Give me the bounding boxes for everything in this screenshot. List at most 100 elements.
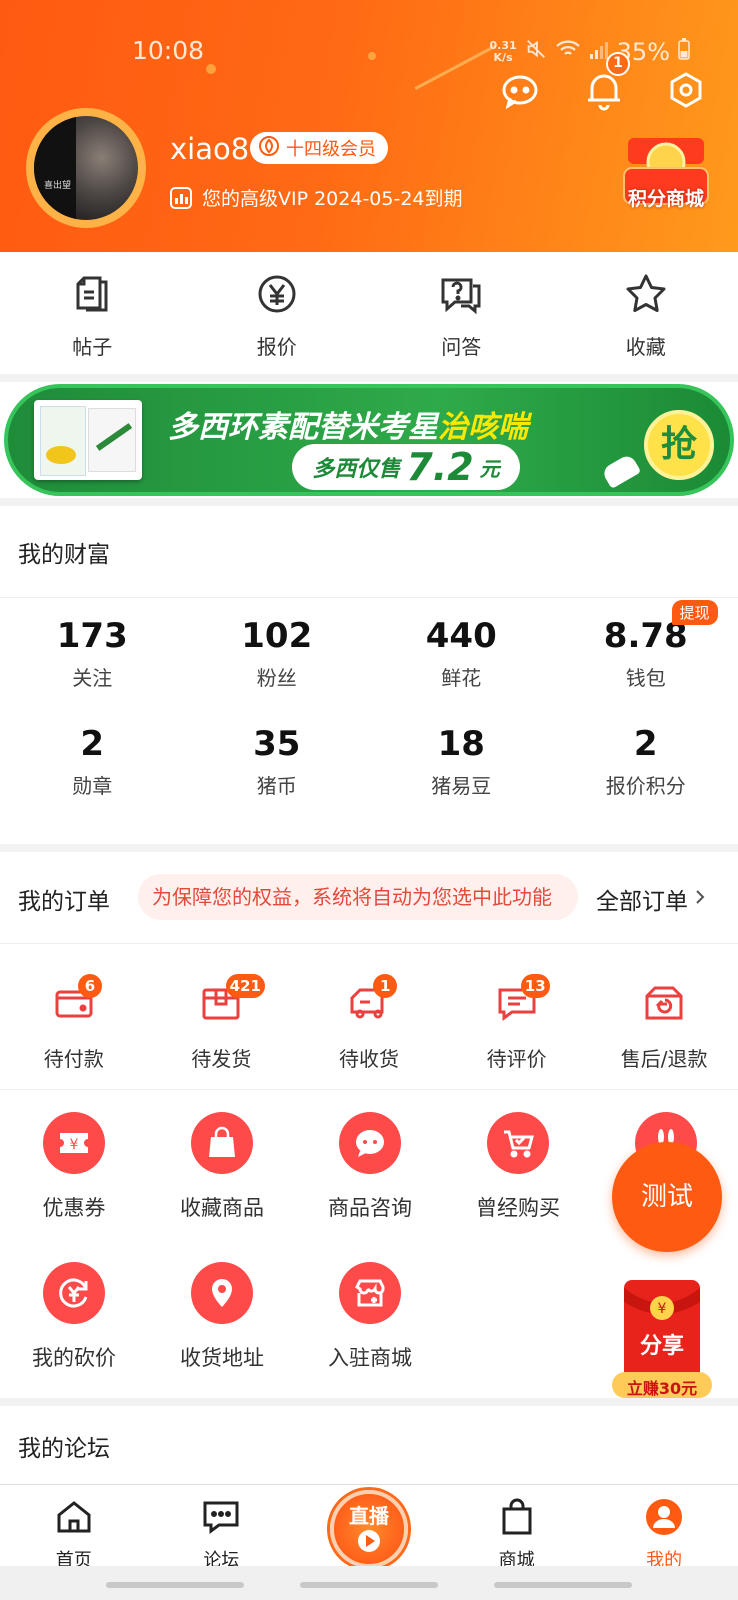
quick-link-label: 报价 bbox=[256, 335, 297, 359]
test-floating-button[interactable]: 测试 bbox=[612, 1142, 722, 1252]
svg-text:¥: ¥ bbox=[658, 1301, 667, 1317]
system-nav-bar bbox=[0, 1566, 738, 1600]
wealth-quote-points[interactable]: 2 报价积分 bbox=[554, 722, 738, 830]
quick-link-favorites[interactable]: 收藏 bbox=[554, 252, 738, 374]
wealth-flowers[interactable]: 440 鲜花 bbox=[369, 614, 554, 722]
wealth-panel: 173 关注 102 粉丝 440 鲜花 提现 8.78 钱包 2 勋章 35 猪币 18 猪… bbox=[0, 598, 738, 844]
order-count-badge: 13 bbox=[520, 974, 550, 998]
chat-icon bbox=[339, 1112, 401, 1174]
notification-badge: 1 bbox=[606, 52, 630, 76]
order-pending-receipt[interactable]: 1 待收货 bbox=[295, 944, 443, 1089]
wifi-icon bbox=[555, 38, 581, 66]
order-count-badge: 6 bbox=[78, 974, 102, 998]
question-icon bbox=[439, 272, 483, 321]
banner-price: 7.2 bbox=[406, 445, 474, 489]
wealth-pig-coins[interactable]: 35 猪币 bbox=[185, 722, 370, 830]
promo-banner[interactable]: 多西环素配替米考星治咳喘 多西仅售 7.2 元 抢 bbox=[0, 382, 738, 498]
star-icon bbox=[624, 272, 668, 321]
order-pending-review[interactable]: 13 待评价 bbox=[443, 944, 591, 1089]
vip-info[interactable]: 您的高级VIP 2024-05-24到期 bbox=[170, 184, 463, 211]
earn-label: 立赚30元 bbox=[626, 1379, 698, 1398]
order-pending-payment[interactable]: 6 待付款 bbox=[0, 944, 148, 1089]
tab-forum[interactable]: 论坛 bbox=[148, 1485, 296, 1571]
live-label: 直播 bbox=[349, 1504, 389, 1528]
share-red-packet[interactable]: ¥ 分享 立赚30元 bbox=[612, 1278, 712, 1402]
customer-service-icon[interactable] bbox=[498, 68, 542, 112]
order-count-badge: 421 bbox=[225, 974, 265, 998]
location-icon bbox=[191, 1262, 253, 1324]
all-orders-link[interactable]: 全部订单 bbox=[596, 882, 706, 916]
points-mall-button[interactable]: 积分商城 bbox=[610, 128, 722, 216]
service-shipping-address[interactable]: 收货地址 bbox=[148, 1262, 296, 1416]
store-icon bbox=[339, 1262, 401, 1324]
orders-title: 我的订单 bbox=[18, 889, 110, 915]
quick-link-qa[interactable]: 问答 bbox=[369, 252, 554, 374]
wealth-wallet[interactable]: 提现 8.78 钱包 bbox=[554, 600, 738, 722]
wealth-medals[interactable]: 2 勋章 bbox=[0, 722, 185, 830]
banner-price-pill: 多西仅售 7.2 元 bbox=[292, 444, 520, 490]
order-status-row: 6 待付款 421 待发货 1 待收货 13 待评价 售后/退款 bbox=[0, 944, 738, 1090]
quick-link-quotes[interactable]: 报价 bbox=[185, 252, 370, 374]
service-join-mall[interactable]: 入驻商城 bbox=[296, 1262, 444, 1416]
tab-mall[interactable]: 商城 bbox=[443, 1485, 591, 1571]
withdraw-badge[interactable]: 提现 bbox=[671, 600, 718, 625]
grab-button[interactable]: 抢 bbox=[644, 410, 714, 480]
service-coupons[interactable]: ¥ 优惠券 bbox=[0, 1112, 148, 1262]
quick-link-label: 问答 bbox=[441, 335, 482, 359]
settings-icon[interactable] bbox=[664, 68, 708, 112]
forum-icon bbox=[201, 1497, 241, 1542]
product-package-image bbox=[34, 400, 142, 480]
status-time: 10:08 bbox=[132, 36, 205, 65]
service-purchase-history[interactable]: 曾经购买 bbox=[444, 1112, 592, 1262]
orders-notice-marquee: 为保障您的权益，系统将自动为您选中此功能 bbox=[138, 874, 578, 920]
avatar[interactable]: 喜出望 bbox=[26, 108, 146, 228]
order-count-badge: 1 bbox=[373, 974, 398, 998]
tab-mine[interactable]: 我的 bbox=[590, 1485, 738, 1571]
battery-icon bbox=[678, 38, 690, 66]
hand-pointer-icon bbox=[600, 452, 642, 490]
tab-home[interactable]: 首页 bbox=[0, 1485, 148, 1571]
yen-icon bbox=[255, 272, 299, 321]
vip-chart-icon bbox=[170, 186, 192, 209]
order-after-sales[interactable]: 售后/退款 bbox=[590, 944, 738, 1089]
profile-header: 10:08 0.31 K/s 35% 1 喜出望 xiao8 十四级会员 您的高… bbox=[0, 0, 738, 252]
shopping-bag-icon bbox=[497, 1497, 537, 1542]
cart-icon bbox=[487, 1112, 549, 1174]
forum-header: 我的论坛 bbox=[0, 1406, 738, 1486]
bag-icon bbox=[191, 1112, 253, 1174]
service-favorite-products[interactable]: 收藏商品 bbox=[148, 1112, 296, 1262]
bargain-icon bbox=[43, 1262, 105, 1324]
order-pending-shipment[interactable]: 421 待发货 bbox=[148, 944, 296, 1089]
orders-header: 我的订单 为保障您的权益，系统将自动为您选中此功能 全部订单 bbox=[0, 852, 738, 944]
wealth-header: 我的财富 bbox=[0, 506, 738, 598]
points-mall-label: 积分商城 bbox=[627, 188, 704, 210]
chevron-right-icon bbox=[694, 886, 706, 912]
wealth-pig-beans[interactable]: 18 猪易豆 bbox=[369, 722, 554, 830]
banner-headline: 多西环素配替米考星治咳喘 bbox=[168, 410, 528, 445]
coupon-icon: ¥ bbox=[43, 1112, 105, 1174]
member-level-badge[interactable]: 十四级会员 bbox=[250, 132, 388, 164]
home-icon bbox=[54, 1497, 94, 1542]
live-stream-button[interactable]: 直播 bbox=[330, 1490, 408, 1568]
wealth-title: 我的财富 bbox=[18, 541, 110, 568]
service-product-inquiry[interactable]: 商品咨询 bbox=[296, 1112, 444, 1262]
vip-expiry-text: 您的高级VIP 2024-05-24到期 bbox=[202, 188, 463, 210]
forum-title: 我的论坛 bbox=[18, 1436, 110, 1462]
document-icon bbox=[70, 272, 114, 321]
avatar-caption: 喜出望 bbox=[44, 181, 72, 191]
svg-text:¥: ¥ bbox=[70, 1137, 79, 1153]
member-level-label: 十四级会员 bbox=[286, 139, 376, 160]
service-bargain[interactable]: 我的砍价 bbox=[0, 1262, 148, 1416]
username[interactable]: xiao8 bbox=[170, 132, 249, 166]
quick-link-posts[interactable]: 帖子 bbox=[0, 252, 185, 374]
net-speed: 0.31 K/s bbox=[489, 39, 517, 64]
share-label: 分享 bbox=[639, 1334, 684, 1359]
profile-icon bbox=[644, 1497, 684, 1542]
notification-bell-icon[interactable]: 1 bbox=[582, 52, 630, 112]
quick-links: 帖子 报价 问答 收藏 bbox=[0, 252, 738, 374]
wealth-fans[interactable]: 102 粉丝 bbox=[185, 614, 370, 722]
wealth-follow[interactable]: 173 关注 bbox=[0, 614, 185, 722]
mute-icon bbox=[525, 38, 547, 66]
quick-link-label: 帖子 bbox=[72, 335, 113, 359]
leaf-icon bbox=[258, 135, 280, 162]
